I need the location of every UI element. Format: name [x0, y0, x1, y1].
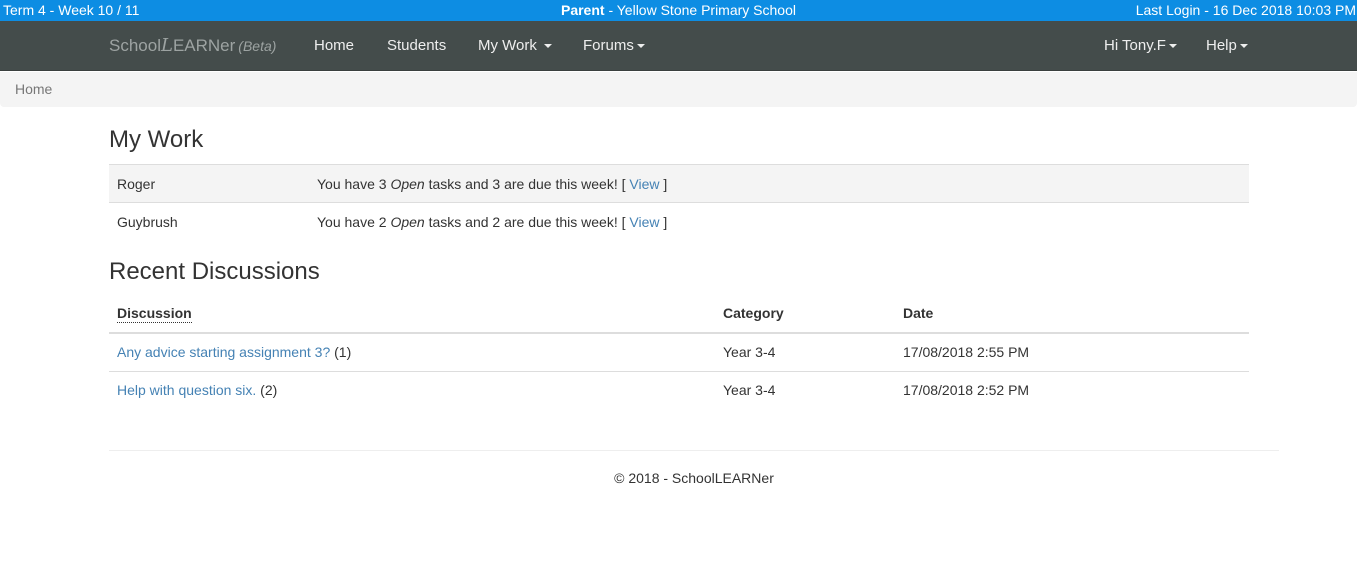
task-summary-suffix: tasks and 3 are due this week! [: [424, 175, 630, 192]
category-cell: Year 3-4: [715, 332, 895, 371]
breadcrumb: Home: [0, 72, 1357, 107]
discussion-link[interactable]: Help with question six.: [117, 382, 256, 398]
discussion-link[interactable]: Any advice starting assignment 3?: [117, 344, 330, 360]
task-status: Open: [390, 175, 425, 192]
task-summary-end: ]: [659, 213, 668, 230]
task-summary: You have 2 Open tasks and 2 are due this…: [309, 202, 1249, 241]
table-row: Roger You have 3 Open tasks and 3 are du…: [109, 164, 1249, 203]
column-header-category: Category: [715, 294, 895, 334]
footer-copyright: © 2018 - SchoolLEARNer: [614, 470, 774, 486]
role-label: Parent: [560, 2, 605, 18]
nav-forums-label: Forums: [583, 37, 634, 54]
nav-user-menu[interactable]: Hi Tony.F: [1104, 21, 1177, 71]
school-label: - Yellow Stone Primary School: [604, 2, 796, 18]
nav-user-label: Hi Tony.F: [1104, 37, 1166, 54]
footer-divider: [109, 450, 1279, 451]
task-summary-prefix: You have 3: [317, 175, 391, 192]
my-work-table: Roger You have 3 Open tasks and 3 are du…: [109, 164, 1249, 241]
column-header-discussion[interactable]: Discussion: [109, 294, 715, 334]
task-summary-prefix: You have 2: [317, 213, 391, 230]
view-tasks-link[interactable]: View: [629, 214, 659, 230]
task-summary: You have 3 Open tasks and 3 are due this…: [309, 164, 1249, 203]
nav-help-label: Help: [1206, 37, 1237, 54]
table-header-row: Discussion Category Date: [109, 294, 1249, 334]
chevron-down-icon: [636, 44, 645, 49]
main-navbar: SchoolLEARNer (Beta) Home Students My Wor…: [0, 21, 1357, 71]
table-row: Guybrush You have 2 Open tasks and 2 are…: [109, 202, 1249, 241]
column-header-discussion-label: Discussion: [117, 305, 192, 323]
nav-forums[interactable]: Forums: [583, 21, 645, 71]
brand-script-letter: L: [160, 35, 173, 56]
chevron-down-icon: [544, 44, 553, 49]
my-work-heading: My Work: [109, 126, 204, 153]
nav-students[interactable]: Students: [387, 21, 446, 71]
nav-my-work[interactable]: My Work: [478, 21, 553, 71]
brand-logo[interactable]: SchoolLEARNer (Beta): [109, 21, 276, 71]
last-login-label: Last Login - 16 Dec 2018 10:03 PM: [1135, 2, 1356, 18]
brand-beta-label: (Beta): [238, 38, 277, 54]
nav-my-work-label: My Work: [478, 37, 537, 54]
table-row: Any advice starting assignment 3? (1) Ye…: [109, 332, 1249, 371]
date-cell: 17/08/2018 2:55 PM: [895, 332, 1249, 371]
date-cell: 17/08/2018 2:52 PM: [895, 370, 1249, 409]
discussions-table: Discussion Category Date Any advice star…: [109, 294, 1249, 409]
discussion-cell: Any advice starting assignment 3? (1): [109, 332, 715, 371]
task-summary-end: ]: [659, 175, 668, 192]
reply-count: (2): [256, 382, 278, 399]
nav-help[interactable]: Help: [1206, 21, 1248, 71]
discussion-cell: Help with question six. (2): [109, 370, 715, 409]
column-header-date: Date: [895, 294, 1249, 334]
reply-count: (1): [330, 344, 352, 361]
chevron-down-icon: [1168, 44, 1177, 49]
info-bar: Term 4 - Week 10 / 11 Parent - Yellow St…: [0, 0, 1357, 21]
recent-discussions-heading: Recent Discussions: [109, 258, 320, 285]
view-tasks-link[interactable]: View: [629, 176, 659, 192]
brand-suffix: EARNer: [172, 36, 236, 55]
student-name: Roger: [109, 164, 309, 203]
chevron-down-icon: [1239, 44, 1248, 49]
table-row: Help with question six. (2) Year 3-4 17/…: [109, 370, 1249, 409]
nav-home[interactable]: Home: [314, 21, 354, 71]
task-summary-suffix: tasks and 2 are due this week! [: [424, 213, 630, 230]
breadcrumb-home: Home: [15, 81, 53, 97]
task-status: Open: [390, 213, 425, 230]
student-name: Guybrush: [109, 202, 309, 241]
brand-prefix: School: [109, 36, 161, 55]
category-cell: Year 3-4: [715, 370, 895, 409]
